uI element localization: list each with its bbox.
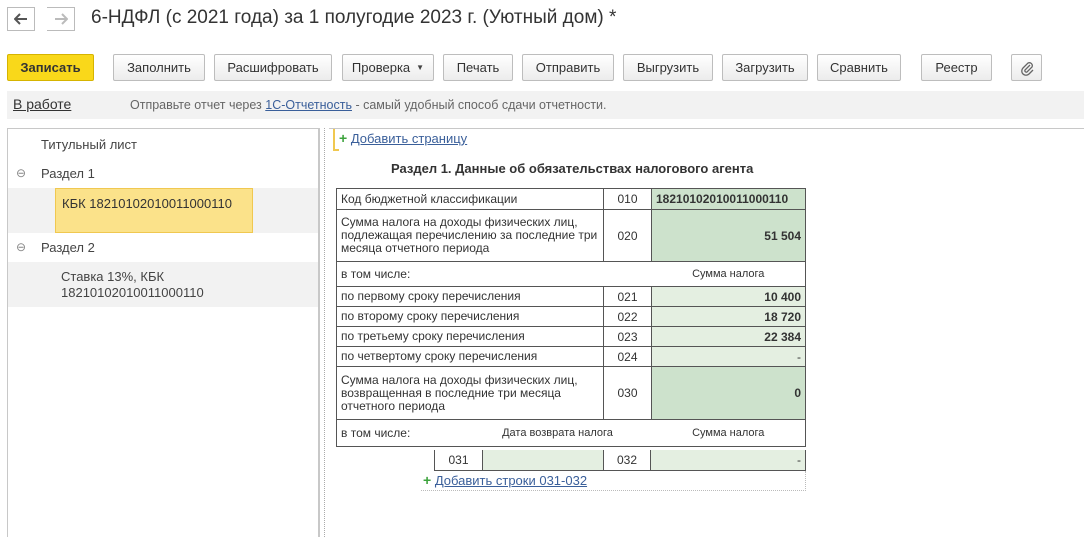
kbk-code: 010 xyxy=(603,188,652,210)
section-title: Раздел 1. Данные об обязательствах налог… xyxy=(391,161,754,176)
tree-item-section1-kbk[interactable]: КБК 18210102010011000110 xyxy=(55,188,253,233)
tax-sum-value[interactable]: 51 504 xyxy=(651,209,806,262)
rows-031-032: 031 032 - xyxy=(434,450,806,471)
kbk-label: Код бюджетной классификации xyxy=(336,188,604,210)
tree-item-section2-rate-line1: Ставка 13%, КБК xyxy=(61,269,165,284)
tree-item-section2-rate[interactable]: Ставка 13%, КБК 18210102010011000110 xyxy=(61,269,301,301)
arrow-left-icon xyxy=(14,13,27,25)
registry-button[interactable]: Реестр xyxy=(921,54,992,81)
including2-label: в том числе: xyxy=(341,425,411,440)
dropdown-arrow-icon: ▼ xyxy=(416,63,425,72)
arrow-right-icon xyxy=(54,13,68,25)
code-032: 032 xyxy=(603,450,651,471)
term1-code: 021 xyxy=(603,286,652,307)
returned-code: 030 xyxy=(603,366,652,420)
add-rows-area: + Добавить строки 031-032 xyxy=(421,471,806,491)
including2-cell: в том числе: Дата возврата налога xyxy=(336,419,613,447)
fill-button[interactable]: Заполнить xyxy=(113,54,205,81)
sections-tree: Титульный лист ⊖ Раздел 1 КБК 1821010201… xyxy=(7,128,319,537)
send-button[interactable]: Отправить xyxy=(522,54,614,81)
attachment-button[interactable] xyxy=(1011,54,1042,81)
status-link[interactable]: В работе xyxy=(13,96,71,112)
back-button[interactable] xyxy=(7,7,35,31)
value-031[interactable] xyxy=(483,450,603,471)
collapse-icon[interactable]: ⊖ xyxy=(16,166,26,180)
plus-icon: + xyxy=(423,472,432,488)
tree-item-title-page[interactable]: Титульный лист xyxy=(41,137,301,152)
add-rows-label: Добавить строки 031-032 xyxy=(434,473,588,488)
term3-value[interactable]: 22 384 xyxy=(651,326,806,347)
reporting-link[interactable]: 1С-Отчетность xyxy=(265,98,352,112)
term2-code: 022 xyxy=(603,306,652,327)
save-button[interactable]: Записать xyxy=(7,54,94,81)
term2-value[interactable]: 18 720 xyxy=(651,306,806,327)
section1-table: Код бюджетной классификации 010 18210102… xyxy=(336,188,806,447)
tree-item-section2-rate-line2: 18210102010011000110 xyxy=(61,285,204,300)
term1-value[interactable]: 10 400 xyxy=(651,286,806,307)
returned-value[interactable]: 0 xyxy=(651,366,806,420)
returned-label: Сумма налога на доходы физических лиц, в… xyxy=(336,366,604,420)
term4-value[interactable]: - xyxy=(651,346,806,367)
term4-code: 024 xyxy=(603,346,652,367)
collapse-icon[interactable]: ⊖ xyxy=(16,240,26,254)
code-031: 031 xyxy=(434,450,483,471)
add-page-link[interactable]: + Добавить страницу xyxy=(339,130,467,146)
info-text-after: - самый удобный способ сдачи отчетности. xyxy=(351,98,607,112)
term3-code: 023 xyxy=(603,326,652,347)
add-rows-link[interactable]: + Добавить строки 031-032 xyxy=(423,472,587,488)
value-032[interactable]: - xyxy=(651,450,806,471)
info-text-before: Отправьте отчет через xyxy=(130,98,266,112)
tree-item-section2[interactable]: Раздел 2 xyxy=(41,240,301,255)
term4-label: по четвертому сроку перечисления xyxy=(336,346,604,367)
tax-sum-code: 020 xyxy=(603,209,652,262)
kbk-value[interactable]: 18210102010011000110 xyxy=(651,188,806,210)
add-page-label: Добавить страницу xyxy=(350,131,468,146)
term3-label: по третьему сроку перечисления xyxy=(336,326,604,347)
export-button[interactable]: Выгрузить xyxy=(623,54,713,81)
panel-splitter[interactable] xyxy=(319,128,329,537)
compare-button[interactable]: Сравнить xyxy=(817,54,901,81)
including-label: в том числе: xyxy=(336,261,652,287)
print-button[interactable]: Печать xyxy=(443,54,513,81)
paperclip-icon xyxy=(1020,61,1033,76)
tax-sum-header2: Сумма налога xyxy=(651,419,806,447)
term1-label: по первому сроку перечисления xyxy=(336,286,604,307)
check-button-label: Проверка xyxy=(351,60,411,75)
import-button[interactable]: Загрузить xyxy=(722,54,808,81)
check-button[interactable]: Проверка ▼ xyxy=(342,54,434,81)
tax-sum-header: Сумма налога xyxy=(651,261,806,287)
return-date-header: Дата возврата налога xyxy=(502,427,613,439)
forward-button[interactable] xyxy=(47,7,75,31)
tax-sum-label: Сумма налога на доходы физических лиц, п… xyxy=(336,209,604,262)
decode-button[interactable]: Расшифровать xyxy=(214,54,332,81)
term2-label: по второму сроку перечисления xyxy=(336,306,604,327)
form-area: + Добавить страницу Раздел 1. Данные об … xyxy=(329,128,1084,537)
tree-item-section1[interactable]: Раздел 1 xyxy=(41,166,301,181)
page-title: 6-НДФЛ (с 2021 года) за 1 полугодие 2023… xyxy=(91,7,617,28)
plus-icon: + xyxy=(339,130,348,146)
info-strip: В работе Отправьте отчет через 1С-Отчетн… xyxy=(7,91,1084,119)
info-message: Отправьте отчет через 1С-Отчетность - са… xyxy=(130,98,607,112)
